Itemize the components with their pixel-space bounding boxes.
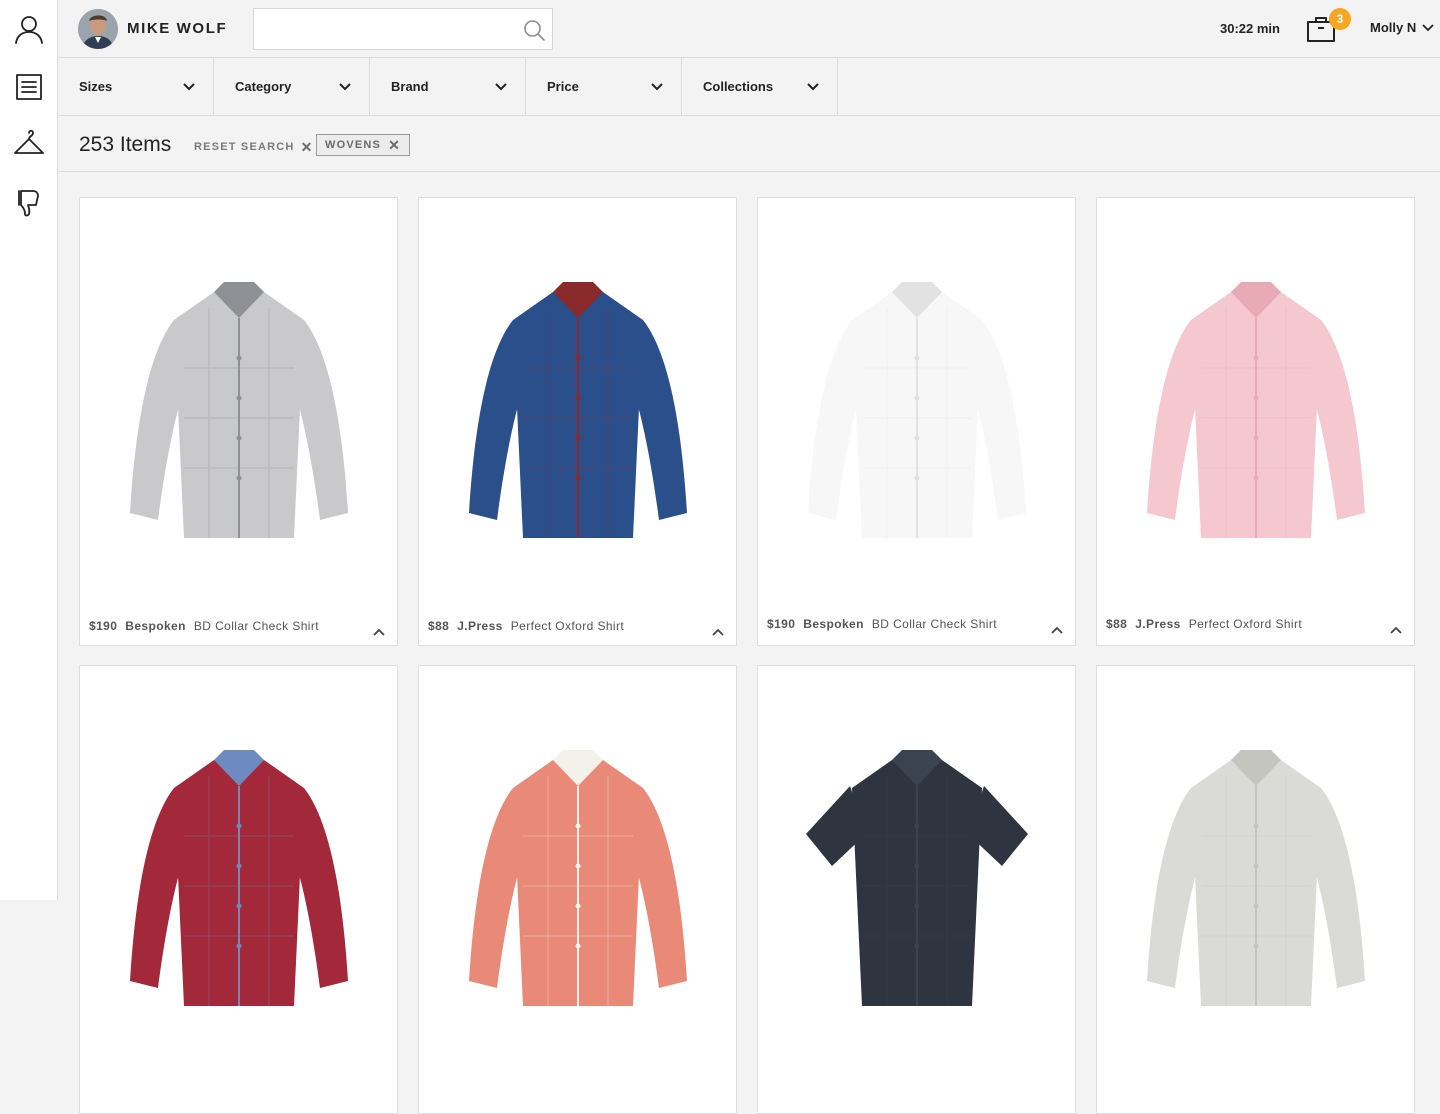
product-image[interactable] <box>419 666 736 1066</box>
shirt-image <box>805 750 1028 1006</box>
shirt-image <box>1146 282 1365 538</box>
product-image[interactable] <box>1097 198 1414 598</box>
avatar[interactable] <box>78 9 118 49</box>
filter-label: Collections <box>703 79 774 94</box>
product-price: $88 <box>428 619 450 633</box>
filter-chip-label: WOVENS <box>325 139 382 151</box>
chevron-up-icon[interactable] <box>373 623 387 636</box>
filter-chip-wovens: WOVENS ✕ <box>316 134 411 156</box>
shirt-image <box>468 750 687 1006</box>
chevron-down-icon <box>339 82 351 90</box>
product-price: $190 <box>89 619 118 633</box>
reset-search-label: RESET SEARCH <box>194 141 295 153</box>
product-image[interactable] <box>1097 666 1414 1066</box>
notes-icon[interactable] <box>10 68 48 106</box>
product-brand: Bespoken <box>125 619 186 633</box>
chevron-down-icon <box>807 82 819 90</box>
filter-label: Category <box>235 79 292 94</box>
product-brand: J.Press <box>1135 617 1181 631</box>
filter-label: Brand <box>391 79 429 94</box>
close-icon[interactable]: ✕ <box>388 138 401 152</box>
product-card[interactable]: $88 J.Press Perfect Oxford Shirt <box>418 197 737 646</box>
chevron-down-icon <box>651 82 663 90</box>
results-header: 253 Items RESET SEARCH ✕ WOVENS ✕ <box>58 116 1440 172</box>
filter-bar: Sizes Category Brand Price Collections <box>58 58 1440 116</box>
product-image[interactable] <box>80 198 397 598</box>
shirt-image <box>1146 750 1365 1006</box>
search-input[interactable] <box>254 9 552 49</box>
product-card[interactable] <box>1096 665 1415 1114</box>
chevron-up-icon[interactable] <box>1390 621 1404 634</box>
chevron-down-icon <box>495 82 507 90</box>
cart-count-badge: 3 <box>1329 8 1351 30</box>
product-image[interactable] <box>758 198 1075 598</box>
filter-collections[interactable]: Collections <box>682 58 838 115</box>
product-card[interactable]: $88 J.Press Perfect Oxford Shirt <box>1096 197 1415 646</box>
product-image[interactable] <box>80 666 397 1066</box>
filter-brand[interactable]: Brand <box>370 58 526 115</box>
filter-label: Sizes <box>79 79 113 94</box>
client-icon[interactable] <box>10 10 48 48</box>
product-name: Perfect Oxford Shirt <box>510 619 625 633</box>
top-bar: MIKE WOLF 30:22 min 3 Molly N <box>58 0 1440 58</box>
shirt-image <box>129 282 348 538</box>
close-icon: ✕ <box>300 139 314 155</box>
chevron-down-icon <box>183 82 195 90</box>
product-image[interactable] <box>758 666 1075 1066</box>
product-name: Perfect Oxford Shirt <box>1188 617 1303 631</box>
product-card[interactable] <box>418 665 737 1114</box>
shirt-image <box>807 282 1026 538</box>
product-image[interactable] <box>419 198 736 598</box>
reset-search-button[interactable]: RESET SEARCH ✕ <box>194 140 314 154</box>
shirt-image <box>129 750 348 1006</box>
product-brand: J.Press <box>457 619 503 633</box>
shirt-image <box>468 282 687 538</box>
product-brand: Bespoken <box>803 617 864 631</box>
product-meta: $190 Bespoken BD Collar Check Shirt <box>767 617 997 631</box>
search-icon[interactable] <box>522 18 546 42</box>
product-name: BD Collar Check Shirt <box>193 619 319 633</box>
product-meta: $190 Bespoken BD Collar Check Shirt <box>89 619 319 633</box>
product-name: BD Collar Check Shirt <box>871 617 997 631</box>
left-rail <box>0 0 58 900</box>
filter-price[interactable]: Price <box>526 58 682 115</box>
chevron-down-icon <box>1422 23 1434 31</box>
filter-label: Price <box>547 79 579 94</box>
filter-category[interactable]: Category <box>214 58 370 115</box>
dislike-icon[interactable] <box>10 184 48 222</box>
chevron-up-icon[interactable] <box>1051 621 1065 634</box>
product-card[interactable] <box>79 665 398 1114</box>
product-card[interactable]: $190 Bespoken BD Collar Check Shirt <box>757 197 1076 646</box>
product-card[interactable]: $190 Bespoken BD Collar Check Shirt <box>79 197 398 646</box>
product-card[interactable] <box>757 665 1076 1114</box>
product-meta: $88 J.Press Perfect Oxford Shirt <box>428 619 624 633</box>
product-price: $190 <box>767 617 796 631</box>
filter-sizes[interactable]: Sizes <box>58 58 214 115</box>
user-name: Molly N <box>1370 20 1417 35</box>
client-name: MIKE WOLF <box>127 20 228 37</box>
chevron-up-icon[interactable] <box>712 623 726 636</box>
session-timer: 30:22 min <box>1220 21 1280 36</box>
user-menu[interactable]: Molly N <box>1370 20 1434 35</box>
product-price: $88 <box>1106 617 1128 631</box>
item-count: 253 Items <box>79 133 172 156</box>
search-box <box>253 8 553 50</box>
product-meta: $88 J.Press Perfect Oxford Shirt <box>1106 617 1302 631</box>
hanger-icon[interactable] <box>10 126 48 164</box>
